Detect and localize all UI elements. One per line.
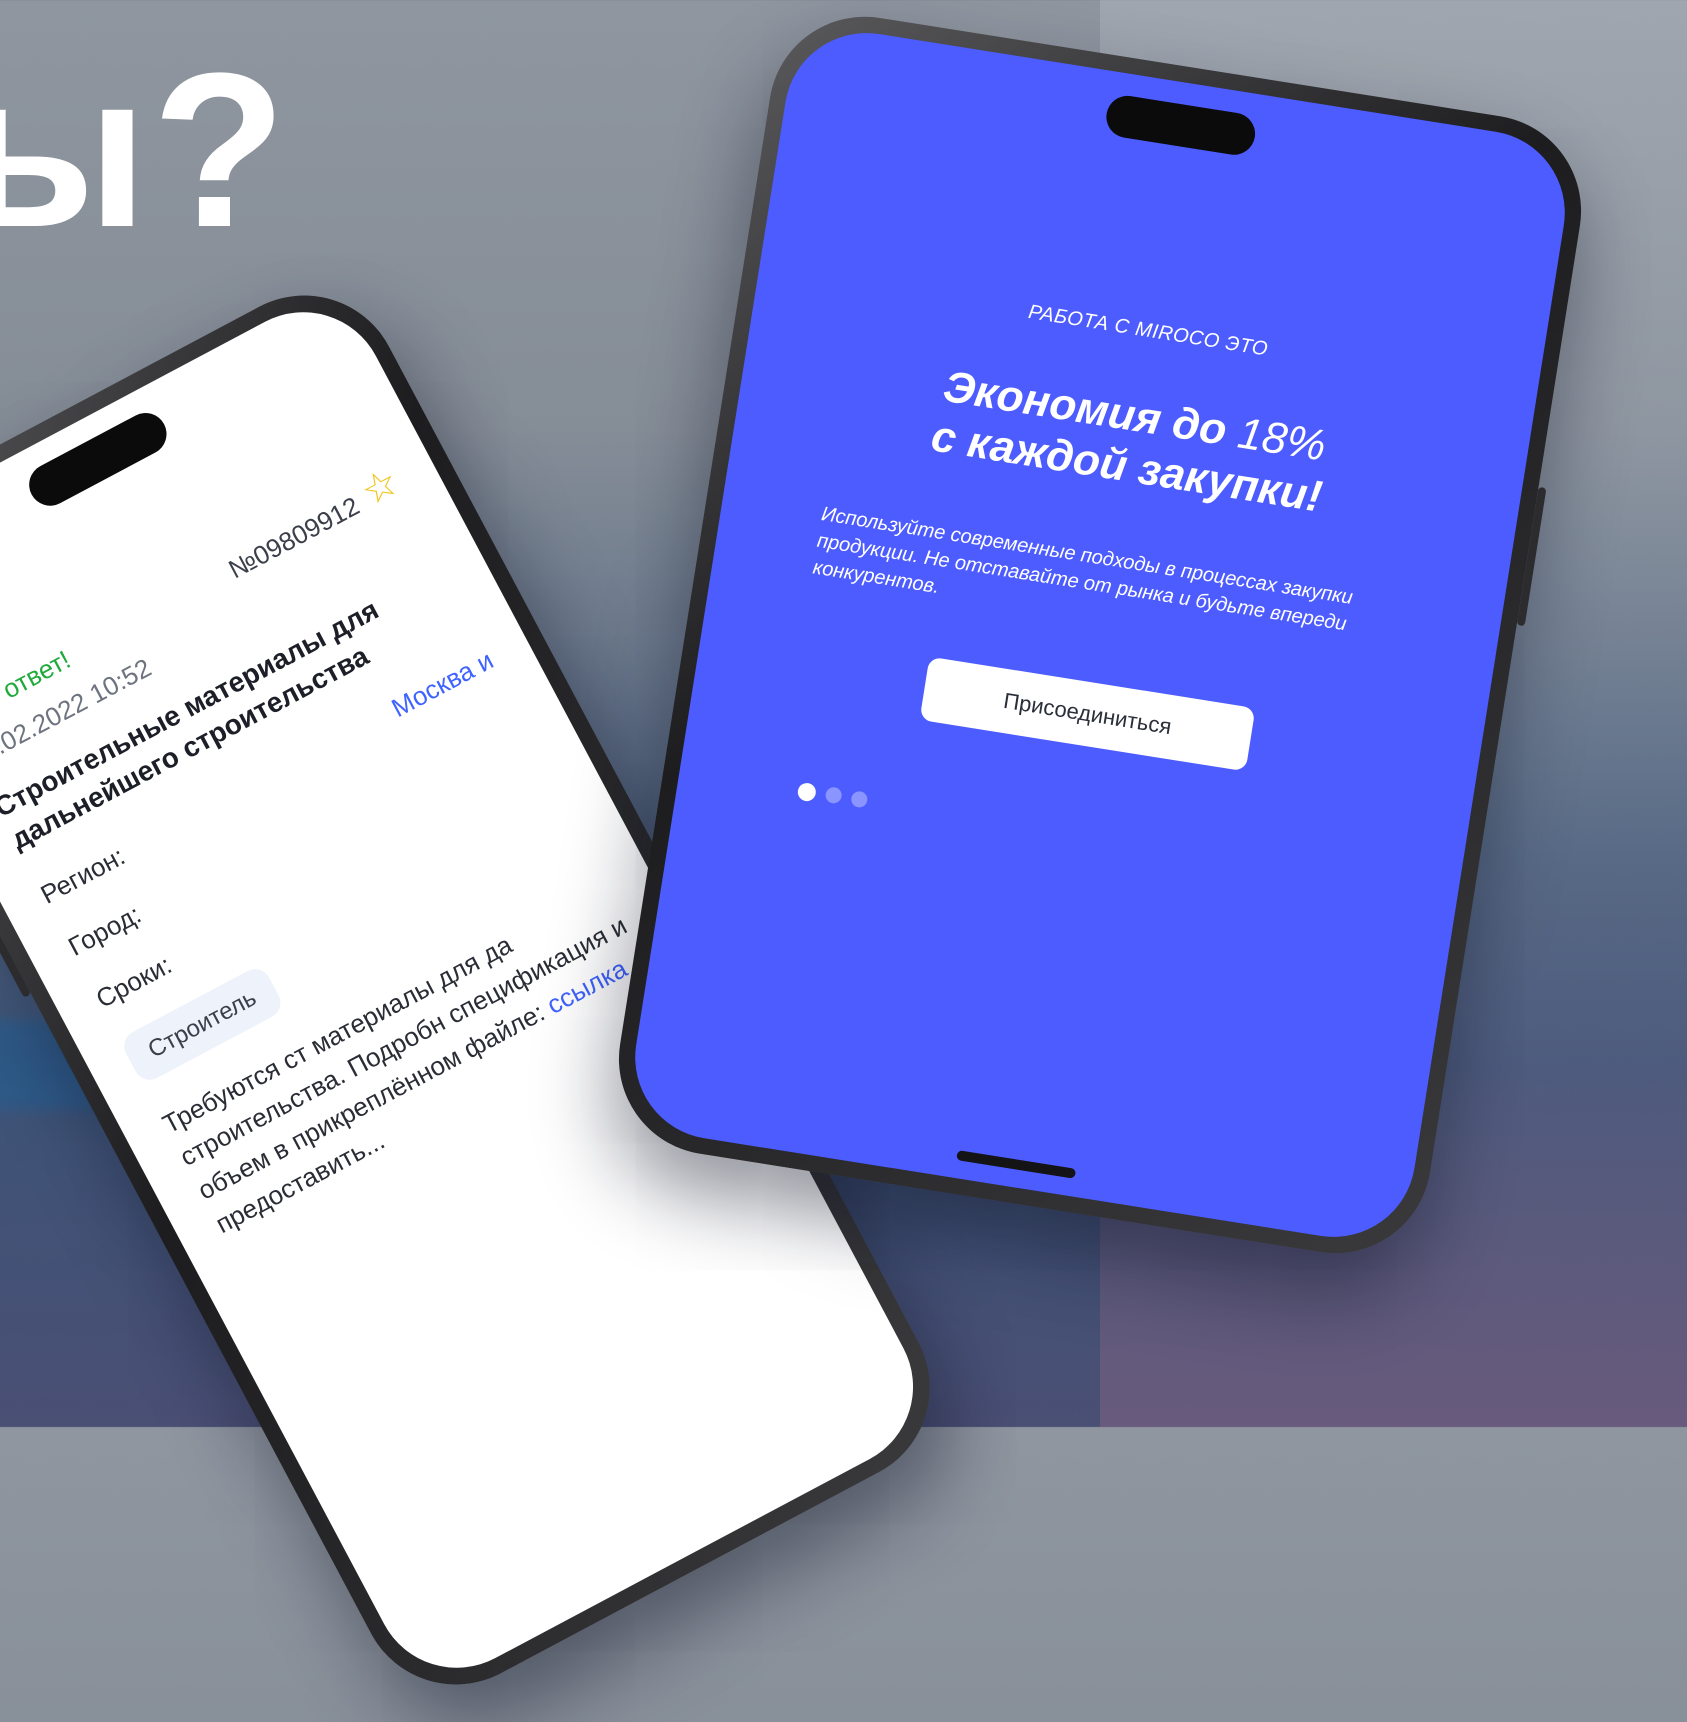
description-text: Требуются ст материалы для да строительс…	[157, 910, 632, 1206]
field-label: Регион:	[35, 840, 130, 910]
page-dot[interactable]	[824, 786, 843, 805]
field-label: Город:	[63, 898, 146, 962]
page-indicator	[796, 781, 1370, 890]
field-value	[539, 749, 554, 776]
heading-text: ы?	[0, 27, 291, 273]
page-dot[interactable]	[850, 790, 869, 809]
join-button[interactable]: Присоединиться	[919, 656, 1256, 772]
field-value	[512, 697, 527, 724]
onboarding-body: Используйте современные подходы в процес…	[811, 503, 1355, 636]
star-icon[interactable]: ☆	[354, 459, 406, 515]
page-dot-active[interactable]	[796, 781, 818, 803]
dynamic-island	[1103, 92, 1259, 158]
onboarding-content: РАБОТА С MIROCO ЭТО Экономия до 18% с ка…	[678, 258, 1539, 904]
home-indicator	[956, 1150, 1077, 1179]
field-label: Сроки:	[90, 949, 177, 1014]
